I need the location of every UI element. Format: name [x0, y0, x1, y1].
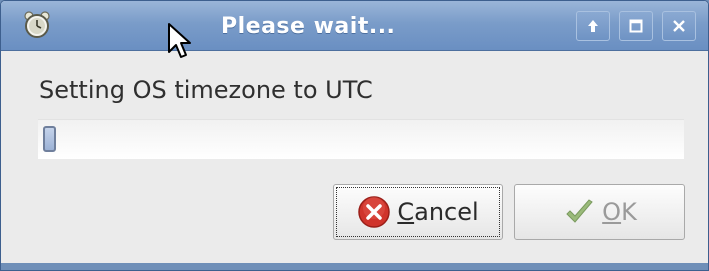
shade-up-button[interactable] [576, 11, 610, 41]
maximize-icon [629, 19, 643, 33]
status-message: Setting OS timezone to UTC [39, 76, 373, 104]
checkmark-icon [566, 199, 593, 223]
progress-bar [38, 119, 684, 159]
arrow-up-icon [588, 20, 598, 32]
cancel-icon [358, 196, 391, 228]
ok-button[interactable]: OK [514, 184, 685, 240]
alarm-clock-icon[interactable] [23, 11, 51, 39]
cancel-mnemonic: C [397, 198, 415, 226]
cancel-button[interactable]: Cancel [333, 184, 503, 240]
cancel-label-rest: ancel [414, 198, 479, 226]
ok-label-rest: K [621, 198, 637, 226]
close-icon [673, 20, 685, 32]
window-bottom-border [1, 263, 708, 270]
mouse-cursor-icon [168, 23, 191, 58]
cancel-label: Cancel [397, 198, 478, 226]
ok-mnemonic: O [602, 198, 622, 226]
ok-label: OK [602, 198, 637, 226]
progress-fill [43, 126, 56, 152]
titlebar[interactable]: Please wait... [1, 1, 708, 51]
maximize-button[interactable] [619, 11, 653, 41]
close-button[interactable] [662, 11, 696, 41]
dialog-window: Please wait... Setting OS timezone to UT… [0, 0, 709, 271]
window-title: Please wait... [221, 14, 396, 39]
